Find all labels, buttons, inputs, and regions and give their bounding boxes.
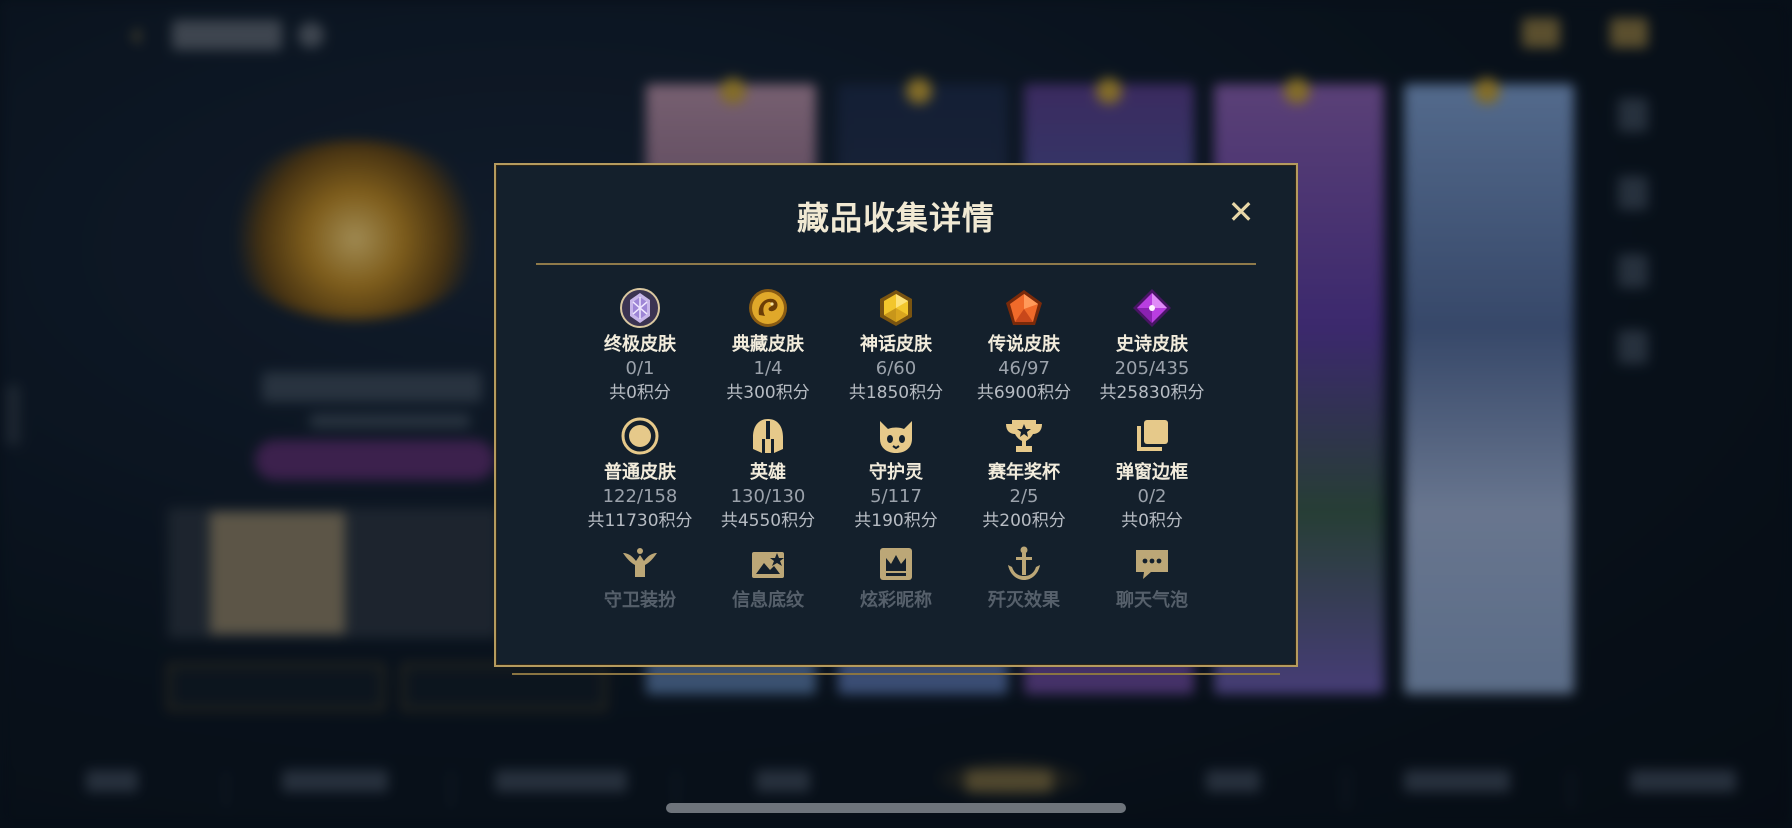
- item-points: 共4550积分: [720, 511, 816, 531]
- season-trophy-icon: [1003, 415, 1045, 457]
- item-count: 1/4: [753, 358, 783, 379]
- item-count: 5/117: [870, 486, 922, 507]
- item-points: 共300积分: [726, 383, 810, 403]
- collection-item-ward-skin[interactable]: 守卫装扮: [580, 543, 700, 613]
- guardian-spirit-icon: [875, 415, 917, 457]
- epic-skin-icon: [1131, 287, 1173, 329]
- item-name: 神话皮肤: [860, 334, 932, 355]
- item-name: 英雄: [750, 462, 786, 483]
- item-name: 传说皮肤: [988, 334, 1060, 355]
- item-points: 共0积分: [1121, 511, 1183, 531]
- item-count: 122/158: [602, 486, 678, 507]
- popup-frame-icon: [1131, 415, 1173, 457]
- collection-item-ultimate-skin[interactable]: 终极皮肤 0/1 共0积分: [580, 287, 700, 405]
- ward-skin-icon: [619, 543, 661, 585]
- ace-effect-icon: [1003, 543, 1045, 585]
- item-points: 共190积分: [854, 511, 938, 531]
- item-name: 弹窗边框: [1116, 462, 1188, 483]
- nickname-crown-icon: [875, 543, 917, 585]
- info-card-icon: [747, 543, 789, 585]
- item-points: 共200积分: [982, 511, 1066, 531]
- item-name: 普通皮肤: [604, 462, 676, 483]
- collection-item-ace-effect[interactable]: 歼灭效果: [964, 543, 1084, 613]
- collection-item-colorful-nickname[interactable]: 炫彩昵称: [836, 543, 956, 613]
- item-count: 6/60: [875, 358, 917, 379]
- item-points: 共6900积分: [976, 383, 1072, 403]
- item-points: 共1850积分: [848, 383, 944, 403]
- legendary-skin-icon: [1003, 287, 1045, 329]
- item-name: 炫彩昵称: [860, 590, 932, 611]
- collection-item-hero[interactable]: 英雄 130/130 共4550积分: [708, 415, 828, 533]
- item-count: 46/97: [998, 358, 1050, 379]
- collection-item-chat-bubble[interactable]: 聊天气泡: [1092, 543, 1212, 613]
- collection-item-guardian[interactable]: 守护灵 5/117 共190积分: [836, 415, 956, 533]
- item-name: 史诗皮肤: [1116, 334, 1188, 355]
- item-count: 0/2: [1137, 486, 1167, 507]
- collection-item-legendary-skin[interactable]: 传说皮肤 46/97 共6900积分: [964, 287, 1084, 405]
- item-count: 2/5: [1009, 486, 1039, 507]
- collection-item-epic-skin[interactable]: 史诗皮肤 205/435 共25830积分: [1092, 287, 1212, 405]
- close-button[interactable]: ✕: [1224, 195, 1258, 229]
- item-count: 205/435: [1114, 358, 1190, 379]
- ultimate-skin-icon: [619, 287, 661, 329]
- collection-item-normal-skin[interactable]: 普通皮肤 122/158 共11730积分: [580, 415, 700, 533]
- title-divider: [536, 263, 1256, 265]
- normal-skin-icon: [619, 415, 661, 457]
- dialog-title: 藏品收集详情: [796, 199, 995, 237]
- item-name: 典藏皮肤: [732, 334, 804, 355]
- item-name: 守卫装扮: [604, 590, 676, 611]
- collection-item-info-card[interactable]: 信息底纹: [708, 543, 828, 613]
- collection-item-popup-frame[interactable]: 弹窗边框 0/2 共0积分: [1092, 415, 1212, 533]
- item-count: 0/1: [625, 358, 655, 379]
- collection-details-dialog: 藏品收集详情 ✕ 终极皮肤 0/1 共0积分 典藏皮肤 1/4 共300积分 神…: [494, 163, 1298, 675]
- item-name: 信息底纹: [732, 590, 804, 611]
- item-count: 130/130: [730, 486, 806, 507]
- item-name: 终极皮肤: [604, 334, 676, 355]
- item-name: 歼灭效果: [988, 590, 1060, 611]
- item-name: 聊天气泡: [1116, 590, 1188, 611]
- collection-item-collector-skin[interactable]: 典藏皮肤 1/4 共300积分: [708, 287, 828, 405]
- hero-helmet-icon: [747, 415, 789, 457]
- home-indicator[interactable]: [666, 803, 1126, 813]
- item-points: 共0积分: [609, 383, 671, 403]
- item-points: 共25830积分: [1099, 383, 1205, 403]
- item-name: 赛年奖杯: [988, 462, 1060, 483]
- mythic-skin-icon: [875, 287, 917, 329]
- scroll-fade-mask: [498, 605, 1294, 663]
- collection-item-mythic-skin[interactable]: 神话皮肤 6/60 共1850积分: [836, 287, 956, 405]
- chat-bubble-icon: [1131, 543, 1173, 585]
- item-name: 守护灵: [869, 462, 923, 483]
- item-points: 共11730积分: [587, 511, 693, 531]
- collection-item-season-trophy[interactable]: 赛年奖杯 2/5 共200积分: [964, 415, 1084, 533]
- collector-skin-icon: [747, 287, 789, 329]
